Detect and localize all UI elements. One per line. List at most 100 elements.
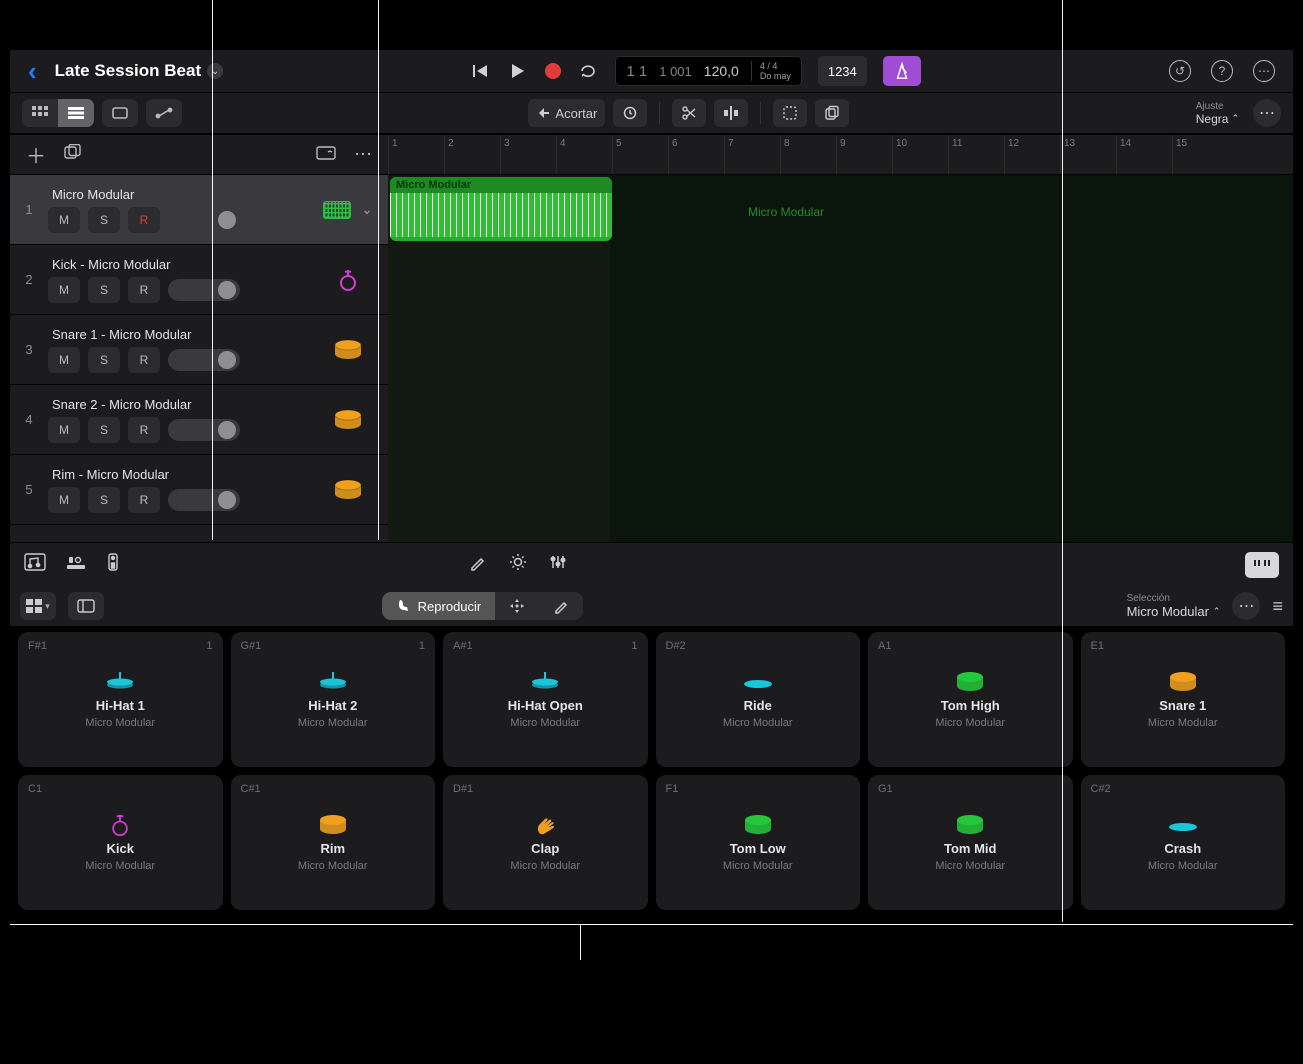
drum-pad[interactable]: A1Tom HighMicro Modular <box>868 632 1073 767</box>
drum-pad[interactable]: C#1RimMicro Modular <box>231 775 436 910</box>
scissors-tool[interactable] <box>672 99 706 127</box>
pad-name: Kick <box>107 841 134 856</box>
mute-button[interactable]: M <box>48 277 80 303</box>
loop-tool[interactable] <box>613 99 647 127</box>
pad-mode-edit[interactable] <box>539 592 583 620</box>
chevron-down-icon[interactable]: ⌄ <box>361 201 373 218</box>
pad-note: G1 <box>878 783 893 795</box>
pad-name: Clap <box>531 841 559 856</box>
drum-pad[interactable]: E1Snare 1Micro Modular <box>1081 632 1286 767</box>
automation-button[interactable] <box>146 99 182 127</box>
volume-slider[interactable] <box>168 349 240 371</box>
metronome-button[interactable] <box>883 56 921 86</box>
pad-name: Tom Low <box>730 841 786 856</box>
pad-sidebar-button[interactable] <box>68 592 104 620</box>
volume-slider[interactable] <box>168 279 240 301</box>
musical-keyboard-button[interactable] <box>1245 552 1279 578</box>
record-arm-button[interactable]: R <box>128 207 160 233</box>
duplicate-track-button[interactable] <box>64 144 82 165</box>
play-button[interactable] <box>507 61 527 81</box>
pad-mode-move[interactable] <box>495 592 539 620</box>
volume-slider[interactable] <box>168 489 240 511</box>
pad-selection[interactable]: Selección Micro Modular⌃ <box>1127 593 1221 619</box>
pad-mode-play[interactable]: Reproducir <box>382 592 496 620</box>
brightness-tool[interactable] <box>509 553 527 576</box>
copy-tool[interactable] <box>815 99 849 127</box>
project-menu-caret[interactable]: ⌄ <box>207 63 223 79</box>
track-folder-button[interactable] <box>316 144 336 165</box>
kick-icon <box>336 268 360 292</box>
count-in-pill[interactable]: 1234 <box>818 56 867 86</box>
back-button[interactable]: ‹ <box>28 58 37 84</box>
track-row[interactable]: 5Rim - Micro ModularMSR <box>10 455 388 525</box>
mute-button[interactable]: M <box>48 417 80 443</box>
record-arm-button[interactable]: R <box>128 277 160 303</box>
lane-label: Micro Modular <box>748 205 824 219</box>
timeline-ruler[interactable]: 123456789101112131415 <box>388 135 1293 175</box>
solo-button[interactable]: S <box>88 347 120 373</box>
arrange-area[interactable]: Micro Modular Micro Modular <box>388 175 1293 542</box>
marquee-tool[interactable] <box>773 99 807 127</box>
ruler-tick: 14 <box>1116 135 1131 174</box>
record-arm-button[interactable]: R <box>128 487 160 513</box>
split-tool[interactable] <box>714 99 748 127</box>
library-button[interactable] <box>24 553 46 576</box>
mute-button[interactable]: M <box>48 347 80 373</box>
guide-line <box>1062 0 1063 922</box>
toolbar-more-button[interactable]: ⋯ <box>1253 99 1281 127</box>
pad-layout-button[interactable]: ▾ <box>20 592 56 620</box>
drum-pad[interactable]: A#11Hi-Hat OpenMicro Modular <box>443 632 648 767</box>
record-arm-button[interactable]: R <box>128 347 160 373</box>
track-row[interactable]: 2Kick - Micro ModularMSR <box>10 245 388 315</box>
padbar-more-button[interactable]: ⋯ <box>1232 592 1260 620</box>
snap-setting[interactable]: Ajuste Negra⌃ <box>1196 101 1239 126</box>
track-row[interactable]: 3Snare 1 - Micro ModularMSR <box>10 315 388 385</box>
rewind-button[interactable] <box>471 61 491 81</box>
channel-strip-button[interactable] <box>66 554 86 575</box>
drum-pad[interactable]: D#2RideMicro Modular <box>656 632 861 767</box>
track-row[interactable]: 4Snare 2 - Micro ModularMSR <box>10 385 388 455</box>
shorten-tool[interactable]: Acortar <box>528 99 605 127</box>
solo-button[interactable]: S <box>88 207 120 233</box>
padbar-list-button[interactable]: ≡ <box>1272 596 1283 617</box>
drum-pad[interactable]: D#1ClapMicro Modular <box>443 775 648 910</box>
controls-tool[interactable] <box>549 553 567 576</box>
pad-subtitle: Micro Modular <box>510 717 580 729</box>
add-track-button[interactable]: ＋ <box>26 140 46 169</box>
drum-pad[interactable]: G1Tom MidMicro Modular <box>868 775 1073 910</box>
drum-pad[interactable]: F1Tom LowMicro Modular <box>656 775 861 910</box>
undo-button[interactable]: ↺ <box>1169 60 1191 82</box>
lcd-display[interactable]: 1 1 1 001 120,0 4 / 4 Do may <box>615 56 801 86</box>
view-list-button[interactable] <box>58 99 94 127</box>
solo-button[interactable]: S <box>88 487 120 513</box>
cycle-button[interactable] <box>579 61 599 81</box>
solo-button[interactable]: S <box>88 277 120 303</box>
pad-name: Hi-Hat 2 <box>308 698 357 713</box>
volume-slider[interactable] <box>168 419 240 441</box>
help-button[interactable]: ? <box>1211 60 1233 82</box>
fullscreen-button[interactable] <box>102 99 138 127</box>
plugin-button[interactable] <box>106 553 120 576</box>
pad-note: G#1 <box>241 640 262 652</box>
track-row[interactable]: 1Micro ModularMSR⌄ <box>10 175 388 245</box>
lcd-key: Do may <box>760 71 791 81</box>
pad-note: C1 <box>28 783 42 795</box>
midi-region[interactable]: Micro Modular <box>390 177 612 241</box>
volume-slider[interactable] <box>168 209 240 231</box>
drum-icon <box>317 813 349 837</box>
record-arm-button[interactable]: R <box>128 417 160 443</box>
more-menu-button[interactable]: ⋯ <box>1253 60 1275 82</box>
mute-button[interactable]: M <box>48 207 80 233</box>
mute-button[interactable]: M <box>48 487 80 513</box>
drum-pad[interactable]: C1KickMicro Modular <box>18 775 223 910</box>
pencil-tool[interactable] <box>469 553 487 576</box>
drum-pad[interactable]: G#11Hi-Hat 2Micro Modular <box>231 632 436 767</box>
track-more-button[interactable]: ⋯ <box>354 144 372 165</box>
ruler-tick: 6 <box>668 135 678 174</box>
drum-pad[interactable]: C#2CrashMicro Modular <box>1081 775 1286 910</box>
clap-icon <box>529 813 561 837</box>
solo-button[interactable]: S <box>88 417 120 443</box>
record-button[interactable] <box>543 61 563 81</box>
drum-pad[interactable]: F#11Hi-Hat 1Micro Modular <box>18 632 223 767</box>
view-grid-button[interactable] <box>22 99 58 127</box>
